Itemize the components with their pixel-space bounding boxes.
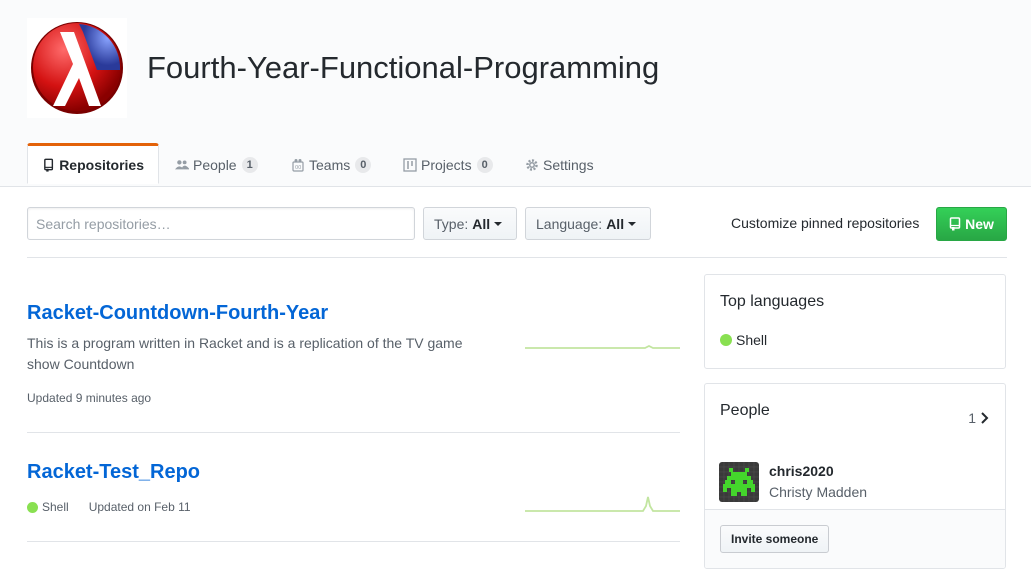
- tab-people-label: People: [193, 156, 237, 173]
- language-filter-label: Language:: [536, 215, 603, 232]
- tab-repositories-label: Repositories: [59, 156, 144, 173]
- type-filter-button[interactable]: Type: All: [423, 207, 517, 240]
- repo-meta: Shell Updated on Feb 11: [27, 500, 191, 514]
- language-name: Shell: [736, 332, 768, 348]
- member-full-name: Christy Madden: [769, 484, 868, 500]
- repo-updated: Updated 9 minutes ago: [27, 391, 151, 405]
- filter-divider: [27, 257, 1007, 258]
- tab-projects-label: Projects: [421, 156, 472, 173]
- project-icon: [403, 157, 417, 172]
- search-repositories-input[interactable]: [27, 207, 415, 240]
- activity-sparkline: [525, 344, 680, 349]
- repo-name-link[interactable]: Racket-Test_Repo: [27, 461, 200, 484]
- top-languages-box: Top languages Shell: [704, 274, 1006, 369]
- tab-projects[interactable]: Projects 0: [403, 143, 493, 186]
- top-languages-title: Top languages: [720, 293, 825, 310]
- people-count: 1: [968, 410, 976, 426]
- chevron-right-icon: [981, 412, 989, 424]
- repo-language: Shell: [42, 500, 69, 514]
- new-button-label: New: [965, 216, 994, 232]
- people-box: People 1 chris2020 Christy Madden Invite…: [704, 383, 1006, 569]
- repo-icon: [44, 158, 54, 172]
- chevron-down-icon: [494, 221, 503, 226]
- people-icon: [175, 159, 189, 169]
- repo-divider: [27, 432, 680, 433]
- avatar[interactable]: [719, 462, 759, 502]
- language-filter-value: All: [606, 215, 625, 232]
- invite-someone-button[interactable]: Invite someone: [720, 525, 830, 553]
- activity-sparkline: [525, 496, 680, 512]
- space-invader-avatar-icon: [719, 462, 759, 502]
- tab-settings-label: Settings: [543, 156, 594, 173]
- org-name: Fourth-Year-Functional-Programming: [147, 50, 660, 85]
- language-color-dot: [720, 334, 732, 346]
- language-item[interactable]: Shell: [720, 332, 767, 348]
- type-filter-value: All: [472, 215, 491, 232]
- repo-updated-text: Updated on Feb 11: [88, 500, 191, 514]
- repo-divider: [27, 541, 680, 542]
- language-color-dot: [27, 501, 38, 513]
- customize-pinned-link[interactable]: Customize pinned repositories: [731, 215, 919, 231]
- racket-lambda-logo: [31, 22, 123, 114]
- tab-people[interactable]: People 1: [175, 143, 258, 186]
- language-filter-button[interactable]: Language: All: [525, 207, 651, 240]
- new-repository-button[interactable]: New: [936, 207, 1007, 241]
- repo-name-link[interactable]: Racket-Countdown-Fourth-Year: [27, 302, 328, 325]
- org-avatar[interactable]: [27, 18, 127, 118]
- type-filter-label: Type:: [434, 215, 469, 232]
- repo-updated-text: Updated 9 minutes ago: [27, 391, 152, 405]
- projects-counter: 0: [476, 156, 493, 173]
- people-box-footer: Invite someone: [705, 509, 1005, 568]
- repo-icon: [949, 217, 961, 231]
- tab-repositories[interactable]: Repositories: [27, 143, 159, 184]
- repo-description: This is a program written in Racket and …: [27, 335, 463, 372]
- chevron-down-icon: [628, 221, 637, 226]
- tab-settings[interactable]: Settings: [525, 143, 594, 186]
- tab-teams[interactable]: 00 Teams 0: [291, 143, 372, 186]
- teams-counter: 0: [355, 156, 372, 173]
- org-header: Fourth-Year-Functional-Programming Repos…: [0, 0, 1031, 187]
- people-title: People: [720, 402, 770, 419]
- gear-icon: [526, 158, 538, 171]
- teams-icon: 00: [292, 158, 304, 172]
- people-count-link[interactable]: 1: [968, 410, 990, 426]
- people-counter: 1: [241, 156, 258, 173]
- tab-teams-label: Teams: [309, 156, 351, 173]
- member-login-link[interactable]: chris2020: [769, 463, 834, 479]
- svg-text:00: 00: [295, 165, 301, 171]
